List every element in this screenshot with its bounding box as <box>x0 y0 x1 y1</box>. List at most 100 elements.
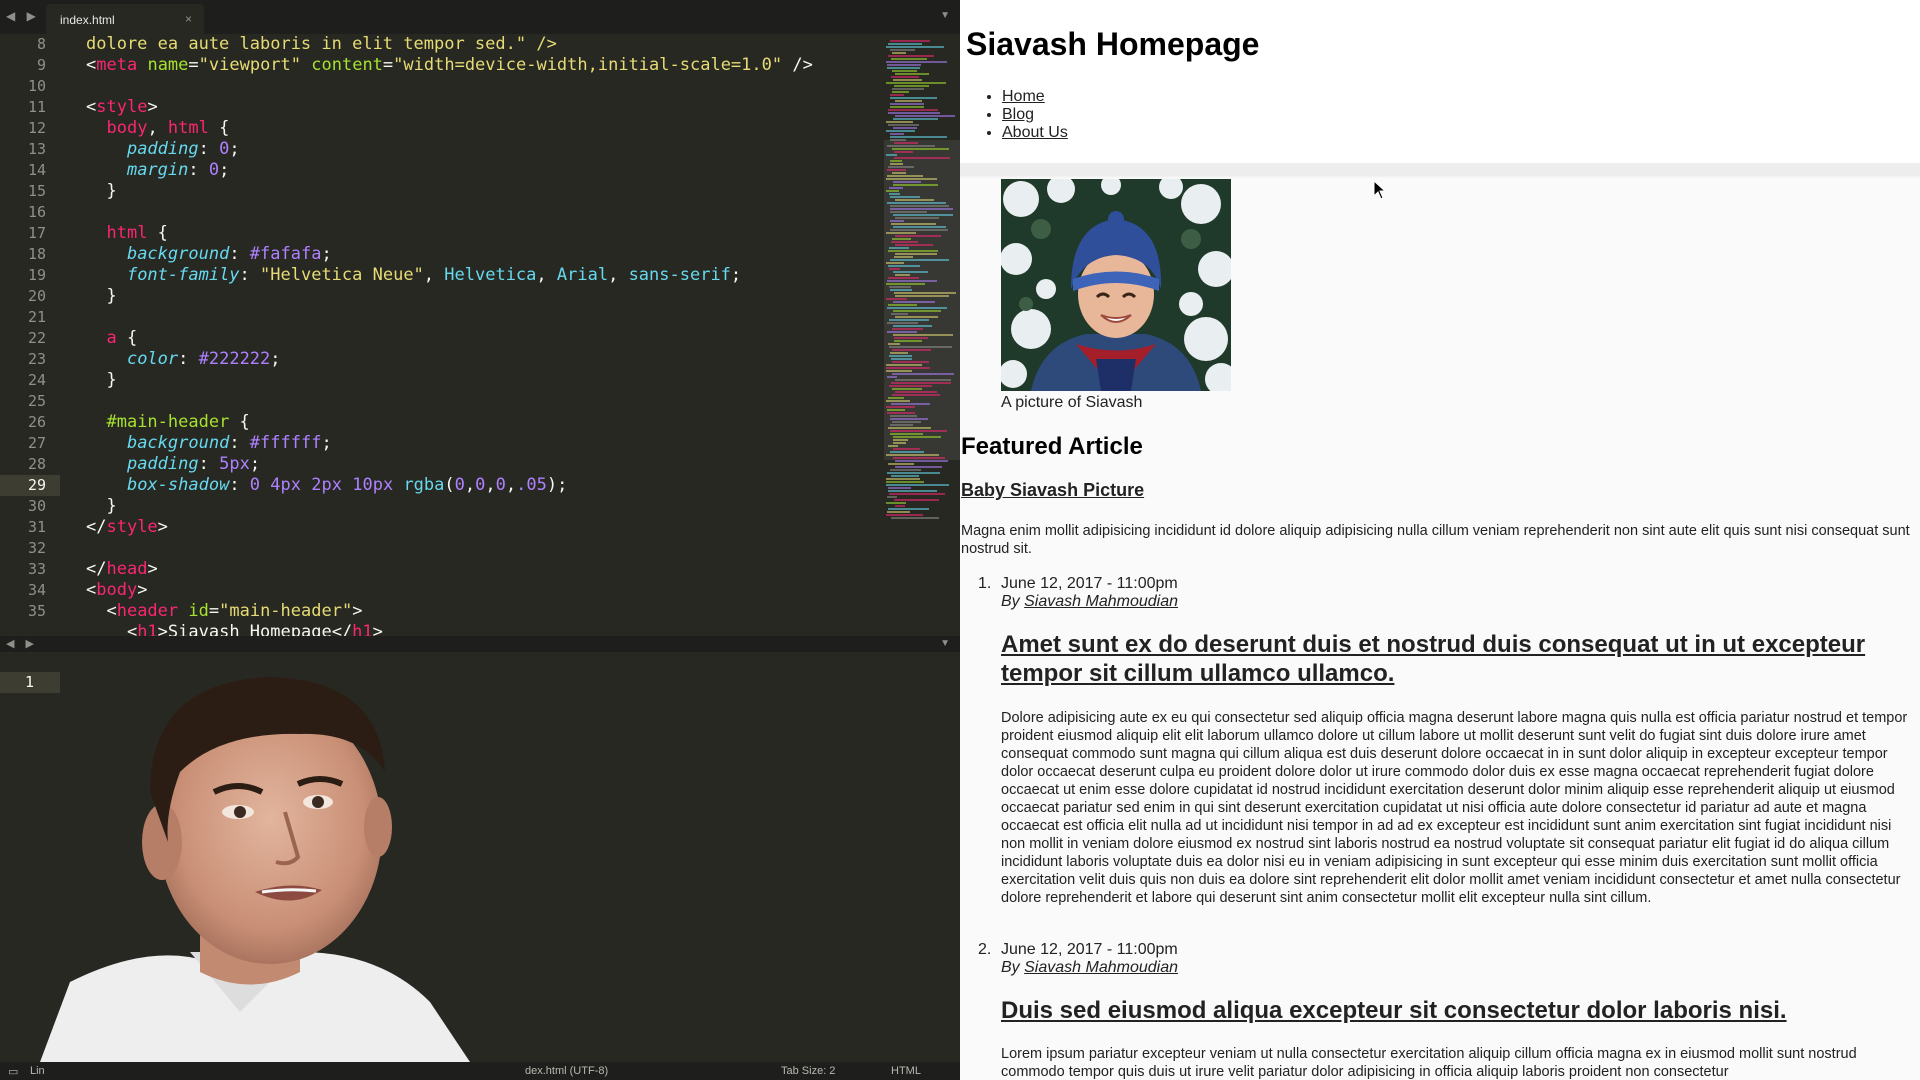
editor-tab-bar: ◀ ▶ index.html × ▼ <box>0 0 960 34</box>
main-header: Siavash Homepage Home Blog About Us <box>960 0 1920 163</box>
tab-nav-arrows-icon[interactable]: ◀ ▶ <box>6 9 40 23</box>
minimap-line <box>886 502 906 504</box>
minimap-line <box>886 406 915 408</box>
minimap-line <box>893 184 938 186</box>
minimap-line <box>894 151 913 153</box>
status-file-encoding[interactable]: dex.html (UTF-8) <box>525 1065 608 1077</box>
code-line: 30 } <box>0 496 880 517</box>
minimap-line <box>891 241 918 243</box>
pane-menu-icon[interactable]: ▼ <box>940 10 950 21</box>
minimap-line <box>890 289 912 291</box>
status-layout-icon[interactable]: ▭ <box>8 1065 18 1078</box>
tab-close-icon[interactable]: × <box>185 12 192 26</box>
post-title-link[interactable]: Amet sunt ex do deserunt duis et nostrud… <box>1001 631 1865 687</box>
line-number: 31 <box>27 518 46 536</box>
code-line: 22 a { <box>0 328 880 349</box>
code-editor[interactable]: ◀ ▶ index.html × ▼ 8 dolore ea aute labor… <box>0 0 960 1080</box>
post-byline: By Siavash Mahmoudian <box>1001 959 1178 977</box>
minimap-line <box>888 124 919 126</box>
code-area[interactable]: 8 dolore ea aute laboris in elit tempor s… <box>0 34 880 636</box>
minimap-line <box>894 292 956 294</box>
minimap-line <box>888 55 934 57</box>
code-line: 33 </head> <box>0 559 880 580</box>
status-tab-size[interactable]: Tab Size: 2 <box>781 1065 835 1077</box>
minimap-line <box>892 70 917 72</box>
minimap-line <box>887 412 915 414</box>
minimap-line <box>888 487 911 489</box>
minimap-line <box>888 445 898 447</box>
minimap-line <box>895 253 937 255</box>
minimap-line <box>895 115 955 117</box>
minimap[interactable] <box>884 40 958 540</box>
minimap-line <box>887 145 935 147</box>
minimap-line <box>886 283 925 285</box>
post-by-label: By <box>1001 593 1020 610</box>
minimap-line <box>887 175 923 177</box>
minimap-line <box>892 349 931 351</box>
minimap-line <box>890 94 904 96</box>
post-byline: By Siavash Mahmoudian <box>1001 593 1178 611</box>
code-line: 18 background: #fafafa; <box>0 244 880 265</box>
minimap-line <box>889 187 903 189</box>
post-date: June 12, 2017 - 11:00pm <box>1001 941 1178 958</box>
post-author-link[interactable]: Siavash Mahmoudian <box>1024 959 1178 976</box>
minimap-line <box>888 265 920 267</box>
post-meta: June 12, 2017 - 11:00pm By Siavash Mahmo… <box>1001 575 1178 611</box>
pane-split-bar[interactable]: ◀ ▶ ▼ <box>0 636 960 652</box>
line-number: 10 <box>27 77 46 95</box>
minimap-line <box>887 322 918 324</box>
tab-index-html[interactable]: index.html × <box>46 4 204 34</box>
minimap-line <box>890 133 904 135</box>
minimap-line <box>891 76 919 78</box>
minimap-line <box>891 382 951 384</box>
nav-link-home[interactable]: Home <box>1002 88 1045 105</box>
nav-link-blog[interactable]: Blog <box>1002 106 1034 123</box>
line-number: 18 <box>27 245 46 263</box>
minimap-line <box>889 268 900 270</box>
split-nav-arrows-icon[interactable]: ◀ ▶ <box>6 637 38 650</box>
minimap-line <box>892 388 922 390</box>
minimap-line <box>889 346 952 348</box>
code-line: 27 background: #ffffff; <box>0 433 880 454</box>
code-line: 24 } <box>0 370 880 391</box>
minimap-line <box>887 202 946 204</box>
line-number: 11 <box>27 98 46 116</box>
minimap-line <box>890 433 923 435</box>
status-syntax[interactable]: HTML <box>891 1065 921 1077</box>
site-title: Siavash Homepage <box>966 26 1260 62</box>
webcam-presenter-video <box>40 677 470 1062</box>
line-number: 30 <box>27 497 46 515</box>
minimap-line <box>888 250 938 252</box>
featured-article-link[interactable]: Baby Siavash Picture <box>961 480 1144 501</box>
line-number: 34 <box>27 581 46 599</box>
minimap-line <box>886 514 923 516</box>
minimap-line <box>887 169 906 171</box>
minimap-line <box>890 136 947 138</box>
profile-photo <box>1001 179 1231 391</box>
minimap-line <box>895 460 948 462</box>
post-author-link[interactable]: Siavash Mahmoudian <box>1024 593 1178 610</box>
minimap-line <box>887 409 905 411</box>
minimap-line <box>891 223 936 225</box>
line-number: 9 <box>36 56 46 74</box>
minimap-line <box>890 424 913 426</box>
minimap-line <box>887 472 940 474</box>
minimap-line <box>886 82 946 84</box>
minimap-line <box>895 505 905 507</box>
line-number: 24 <box>27 371 46 389</box>
line-number: 16 <box>27 203 46 221</box>
nav-item-blog: Blog <box>1002 106 1068 124</box>
minimap-line <box>894 337 928 339</box>
nav-link-about-us[interactable]: About Us <box>1002 124 1068 141</box>
split-menu-icon[interactable]: ▼ <box>940 638 950 649</box>
minimap-line <box>893 214 953 216</box>
minimap-line <box>893 226 946 228</box>
minimap-line <box>886 190 899 192</box>
minimap-line <box>893 448 920 450</box>
code-line: 8 dolore ea aute laboris in elit tempor s… <box>0 34 880 55</box>
minimap-line <box>892 91 909 93</box>
code-line: 31 </style> <box>0 517 880 538</box>
minimap-line <box>895 466 942 468</box>
post-title-link[interactable]: Duis sed eiusmod aliqua excepteur sit co… <box>1001 997 1787 1024</box>
minimap-line <box>886 232 916 234</box>
